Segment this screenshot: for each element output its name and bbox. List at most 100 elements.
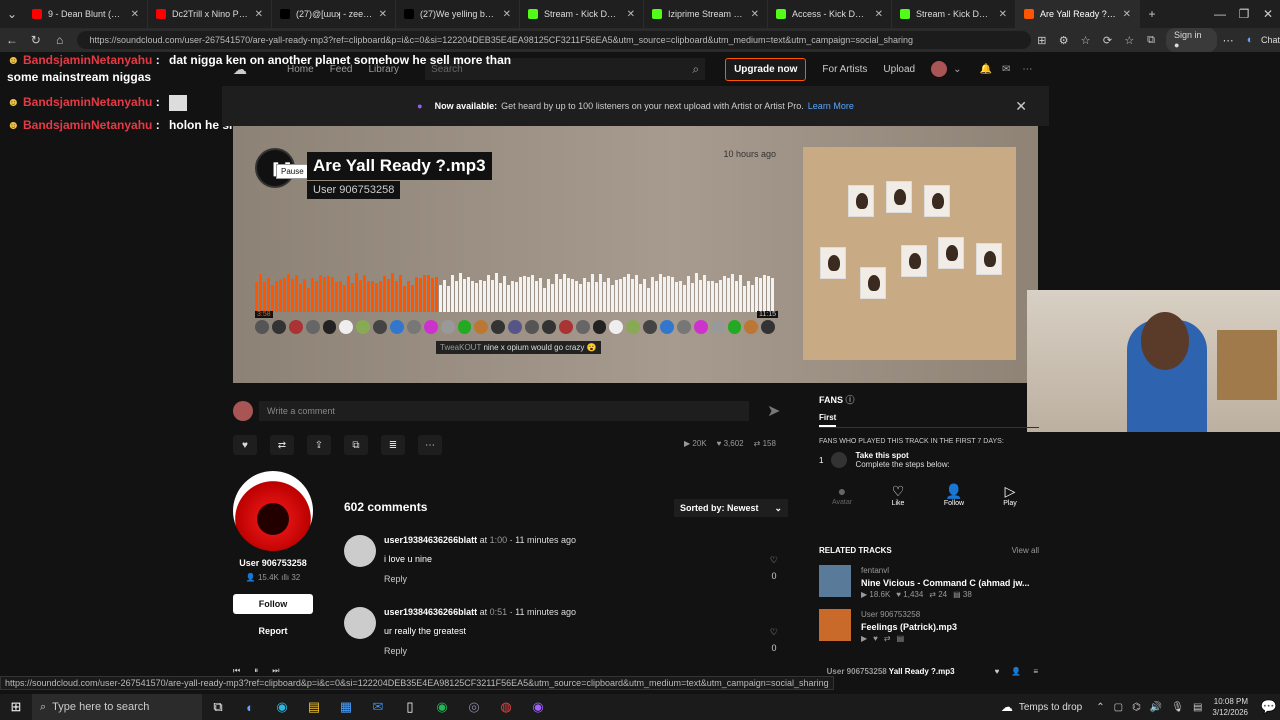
follow-artist-button[interactable]: Follow — [233, 594, 313, 614]
reply-link[interactable]: Reply — [384, 646, 784, 656]
upload-link[interactable]: Upload — [883, 64, 915, 75]
more-icon[interactable]: ⋯ — [1022, 64, 1032, 75]
waveform[interactable] — [255, 272, 775, 312]
browser-tab[interactable]: 9 - Dean Blunt (Slowed) ✕ — [24, 0, 148, 28]
weather-icon[interactable]: ☁ — [1001, 700, 1013, 714]
timed-comment-avatar[interactable] — [288, 320, 303, 334]
comment-user[interactable]: user19384636266blatt — [384, 607, 477, 617]
share-icon[interactable]: ⇪ — [307, 435, 331, 455]
mic-icon[interactable]: 🎙 — [1171, 702, 1184, 713]
step-like[interactable]: ♡ Like — [875, 483, 921, 507]
related-title-text[interactable]: Feelings (Patrick).mp3 — [861, 621, 957, 633]
timed-comment-avatar[interactable] — [592, 320, 607, 334]
weather-text[interactable]: Temps to drop — [1019, 702, 1082, 713]
view-all-link[interactable]: View all — [1012, 546, 1039, 555]
timed-comment-avatar[interactable] — [541, 320, 556, 334]
collections-icon[interactable]: ⧉ — [1140, 34, 1162, 47]
reply-link[interactable]: Reply — [384, 574, 784, 584]
chevron-down-icon[interactable]: ⌄ — [953, 64, 961, 75]
related-user[interactable]: fentanvl — [861, 565, 1030, 577]
comment-like-icon[interactable]: ♡ — [770, 627, 778, 638]
tray-chevron-icon[interactable]: ⌃ — [1096, 702, 1104, 713]
copy-link-icon[interactable]: ⧉ — [344, 435, 368, 455]
artist-name[interactable]: User 906753258 — [233, 558, 313, 568]
home-icon[interactable]: ⌂ — [48, 33, 72, 47]
tray-app-icon[interactable]: ▤ — [1193, 702, 1202, 713]
related-artwork[interactable] — [819, 565, 851, 597]
tab-menu-icon[interactable]: ⌄ — [0, 7, 24, 21]
info-icon[interactable]: ⓘ — [846, 395, 855, 405]
timed-comment-avatar[interactable] — [558, 320, 573, 334]
related-title-text[interactable]: Nine Vicious - Command C (ahmad jw... — [861, 577, 1030, 589]
sign-in-button[interactable]: Sign in ● — [1166, 28, 1218, 52]
related-artwork[interactable] — [819, 609, 851, 641]
browser-tab[interactable]: Dc2Trill x Nino Paid - Bi ✕ — [148, 0, 272, 28]
search-icon[interactable]: ⌕ — [692, 62, 699, 77]
comment-avatar[interactable] — [344, 607, 376, 639]
store-icon[interactable]: ▦ — [330, 699, 362, 715]
timed-comment-avatar[interactable] — [390, 320, 404, 334]
browser-tab[interactable]: Iziprime Stream - Watch ✕ — [644, 0, 768, 28]
url-field[interactable]: https://soundcloud.com/user-267541570/ar… — [77, 31, 1031, 49]
mini-next-icon[interactable]: ⏭ — [272, 666, 279, 676]
timed-comment-avatar[interactable] — [440, 320, 455, 334]
timed-comment-avatar[interactable] — [373, 320, 387, 334]
copilot-icon[interactable]: ◐ — [1239, 34, 1261, 46]
tab-close-icon[interactable]: ✕ — [627, 9, 635, 20]
refresh-ext-icon[interactable]: ⟳ — [1097, 34, 1119, 47]
timed-comment-avatar[interactable] — [423, 320, 438, 334]
tab-first[interactable]: First — [819, 413, 837, 427]
step-play[interactable]: ▷ Play — [987, 483, 1033, 507]
timed-comment-avatar[interactable] — [474, 320, 489, 334]
tray-app-icon[interactable]: ▢ — [1114, 702, 1123, 713]
comment-input[interactable]: Write a comment — [259, 401, 749, 421]
comment-like-icon[interactable]: ♡ — [770, 555, 778, 566]
timed-comment-avatar[interactable] — [525, 320, 539, 334]
start-icon[interactable]: ⊞ — [0, 699, 32, 715]
extensions-icon[interactable]: ⚙ — [1053, 34, 1075, 47]
install-icon[interactable]: ⊞ — [1031, 34, 1053, 47]
mini-track-info[interactable]: User 906753258 Yall Ready ?.mp3 — [827, 667, 955, 676]
chat-label[interactable]: Chat — [1261, 35, 1280, 45]
timed-comment-avatar[interactable] — [457, 320, 472, 334]
browser-tab[interactable]: Stream - Kick Dashboard ✕ — [520, 0, 644, 28]
chrome-icon[interactable]: ◍ — [490, 699, 522, 715]
reload-icon[interactable]: ↻ — [24, 33, 48, 47]
network-icon[interactable]: ⌬ — [1132, 702, 1141, 713]
tab-close-icon[interactable]: ✕ — [999, 9, 1007, 20]
notepad-icon[interactable]: ▯ — [394, 699, 426, 715]
tab-close-icon[interactable]: ✕ — [751, 9, 759, 20]
mini-follow-icon[interactable]: 👤 — [1011, 667, 1021, 676]
report-link[interactable]: Report — [233, 626, 313, 636]
new-tab-icon[interactable]: + — [1140, 7, 1164, 21]
related-track[interactable]: fentanvl Nine Vicious - Command C (ahmad… — [819, 565, 1039, 601]
sort-dropdown[interactable]: Sorted by: Newest ⌄ — [674, 499, 788, 517]
track-artwork[interactable] — [803, 147, 1016, 360]
track-artist-link[interactable]: User 906753258 — [307, 181, 401, 199]
timed-comment-avatar[interactable] — [643, 320, 657, 334]
browser-tab[interactable]: Are Yall Ready ?.mp3 ✕ — [1016, 0, 1140, 28]
browser-tab[interactable]: (27)We yelling bamm!! # ✕ — [396, 0, 520, 28]
comment-timestamp[interactable]: 1:00 — [490, 535, 508, 545]
timed-comment-avatar[interactable] — [744, 320, 759, 334]
timed-comment-avatar[interactable] — [255, 320, 269, 334]
browser-menu-icon[interactable]: ⋯ — [1217, 34, 1239, 47]
upgrade-now-button[interactable]: Upgrade now — [725, 57, 807, 81]
file-explorer-icon[interactable]: ▤ — [298, 699, 330, 715]
related-track[interactable]: User 906753258 Feelings (Patrick).mp3 ▶ … — [819, 609, 1039, 645]
timed-comment-avatar[interactable] — [710, 320, 725, 334]
mail-icon[interactable]: ✉ — [362, 699, 394, 715]
artist-avatar[interactable] — [233, 471, 313, 551]
timed-comment-avatar[interactable] — [676, 320, 691, 334]
timed-comment-avatar[interactable] — [626, 320, 641, 334]
tab-close-icon[interactable]: ✕ — [379, 9, 387, 20]
repost-icon[interactable]: ⇄ — [270, 435, 294, 455]
taskbar-search[interactable]: ⌕ Type here to search — [32, 694, 202, 720]
mini-like-icon[interactable]: ♥ — [995, 667, 1000, 676]
back-icon[interactable]: ← — [0, 33, 24, 47]
send-icon[interactable]: ➤ — [767, 401, 780, 421]
clock[interactable]: 10:08 PM 3/12/2026 — [1212, 696, 1248, 718]
timed-comment-avatar[interactable] — [305, 320, 320, 334]
tab-close-icon[interactable]: ✕ — [255, 9, 263, 20]
comment-avatar[interactable] — [344, 535, 376, 567]
